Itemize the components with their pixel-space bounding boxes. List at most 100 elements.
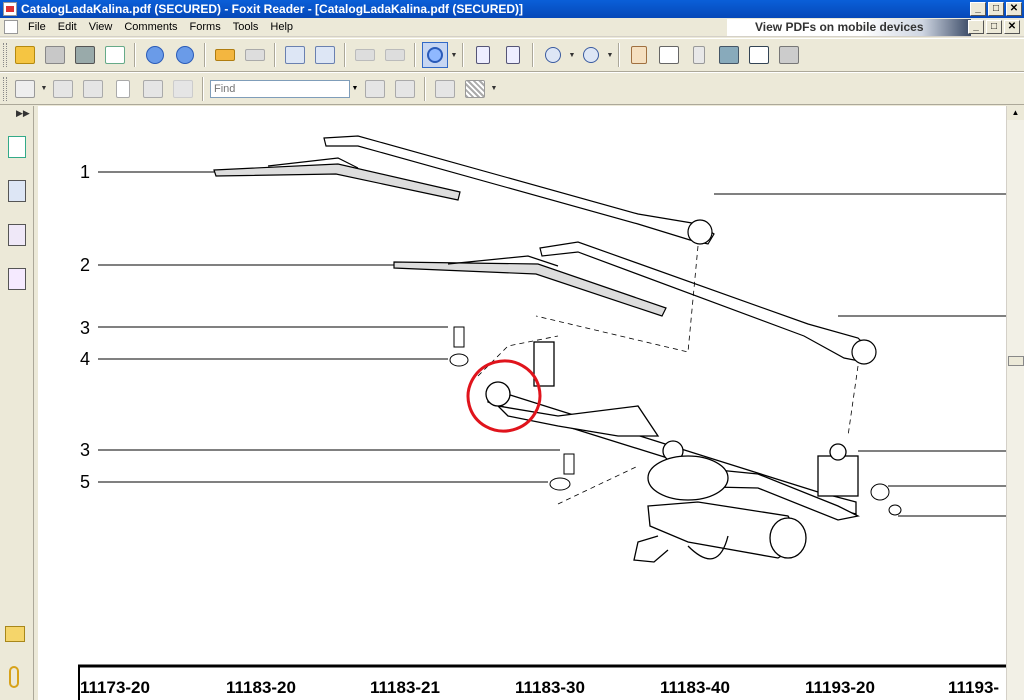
toolbar-grip[interactable] [3,76,7,101]
comments-panel-icon [8,224,26,246]
fit-page-icon [476,46,490,64]
arrow-right-icon [245,49,265,61]
select-tool-button[interactable] [686,42,712,68]
arrow-left-icon [215,49,235,61]
extract-button[interactable] [282,42,308,68]
attachments-panel-button[interactable] [5,264,29,294]
note-button[interactable] [80,76,106,102]
minimize-button[interactable]: _ [970,2,986,16]
menu-forms[interactable]: Forms [184,21,227,33]
doc-restore-button[interactable]: □ [986,20,1002,34]
zoom-in-dropdown[interactable] [606,45,614,65]
arrow-cursor-icon [693,46,705,64]
typewriter-button[interactable] [12,76,38,102]
layers-panel-button[interactable] [5,176,29,206]
textbox-icon [116,79,130,98]
insert-button[interactable] [312,42,338,68]
redo-icon [385,49,405,61]
find-next-button[interactable] [392,76,418,102]
typewriter-dropdown[interactable] [40,79,48,99]
note-icon [83,79,103,98]
callout-icon [143,79,163,98]
eraser-button[interactable] [50,76,76,102]
open-button[interactable] [12,42,38,68]
print-button[interactable] [72,42,98,68]
email-button[interactable] [102,42,128,68]
pattern-dropdown[interactable] [490,79,498,99]
attachments-button[interactable] [9,666,23,690]
arrow-down-icon [176,46,194,64]
pin-button[interactable] [170,76,196,102]
menu-view[interactable]: View [83,21,119,33]
callout-button[interactable] [140,76,166,102]
stamp-button[interactable] [432,76,458,102]
zoom-out-button[interactable] [540,42,566,68]
wiper-arm-2 [539,241,877,365]
back-button[interactable] [212,42,238,68]
ad-banner[interactable]: View PDFs on mobile devices [727,19,971,36]
zoom-in-button[interactable] [578,42,604,68]
prev-page-button[interactable] [142,42,168,68]
navigation-panel [0,106,34,700]
toolbar-grip[interactable] [3,43,7,67]
document-icon[interactable] [4,20,18,34]
zoom-tool-dropdown[interactable] [450,45,458,65]
stamp-icon [435,79,455,98]
camera-button[interactable] [776,42,802,68]
menu-file[interactable]: File [22,21,52,33]
part-number-3b: 3 [80,440,91,460]
menu-help[interactable]: Help [264,21,299,33]
document-page[interactable]: 1 2 3 4 3 5 11173-20 11183-20 11183-21 1… [38,106,1006,700]
part-number-3a: 3 [80,318,91,338]
printer-icon [75,46,95,64]
textbox-button[interactable] [110,76,136,102]
comment-list-button[interactable] [5,626,29,646]
doc-minimize-button[interactable]: _ [968,20,984,34]
plus-circle-icon [583,47,599,63]
find-text-button[interactable] [716,42,742,68]
find-previous-button[interactable] [362,76,388,102]
scroll-up-arrow[interactable]: ▲ [1007,106,1024,120]
zoom-tool-button[interactable] [422,42,448,68]
fit-page-button[interactable] [470,42,496,68]
collapse-panel-icon[interactable]: ▶▶ [16,108,30,119]
undo-button[interactable] [352,42,378,68]
vertical-scrollbar[interactable]: ▲ [1006,106,1024,700]
next-page-button[interactable] [172,42,198,68]
redo-button[interactable] [382,42,408,68]
part-number-1: 1 [80,162,91,182]
undo-icon [355,49,375,61]
toolbar-separator [204,43,206,67]
window-title: CatalogLadaKalina.pdf (SECURED) - Foxit … [21,2,524,16]
doc-close-button[interactable]: ✕ [1004,20,1020,34]
snapshot-button[interactable] [656,42,682,68]
eraser-icon [53,79,73,98]
washer-right [870,483,890,501]
catalog-code: 11183-21 [370,678,440,697]
minus-circle-icon [545,47,561,63]
scroll-thumb[interactable] [1008,356,1024,366]
menu-tools[interactable]: Tools [227,21,265,33]
menu-comments[interactable]: Comments [118,21,183,33]
pattern-button[interactable] [462,76,488,102]
forward-button[interactable] [242,42,268,68]
save-button[interactable] [42,42,68,68]
nut-right [888,504,902,516]
toolbar-separator [462,43,464,67]
select-text-button[interactable] [746,42,772,68]
menu-edit[interactable]: Edit [52,21,83,33]
maximize-button[interactable]: □ [988,2,1004,16]
comments-panel-button[interactable] [5,220,29,250]
toolbar-separator [618,43,620,67]
snapshot-icon [659,46,679,64]
close-button[interactable]: ✕ [1006,2,1022,16]
pages-panel-button[interactable] [5,132,29,162]
zoom-out-dropdown[interactable] [568,45,576,65]
find-input[interactable] [210,79,350,98]
toolbar-separator [134,43,136,67]
hand-icon [631,46,647,64]
fit-width-button[interactable] [500,42,526,68]
find-dropdown[interactable]: ▼ [350,80,360,98]
find-prev-icon [365,79,385,98]
hand-tool-button[interactable] [626,42,652,68]
